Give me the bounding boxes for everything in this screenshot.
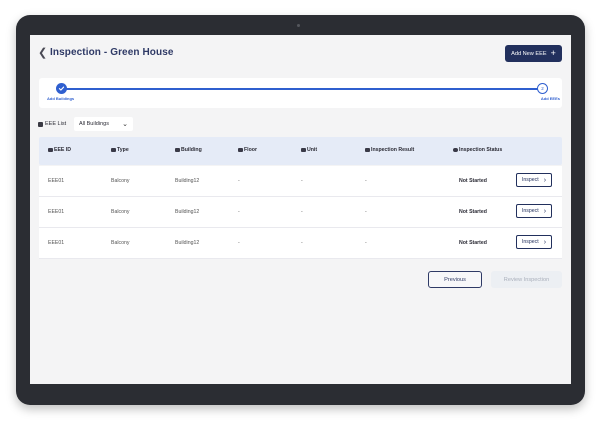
table-row: EEE01 Balcony Building12 - - - Not Start… (39, 197, 562, 228)
cell-eee-id: EEE01 (48, 209, 65, 215)
cell-type: Balcony (111, 240, 130, 246)
col-label: Floor (244, 147, 257, 153)
progress-stepper: 2 Add Buildings Add EEEs (39, 78, 562, 108)
cell-floor: - (238, 178, 240, 184)
add-button-label: Add New EEE (511, 50, 547, 57)
step-current-indicator[interactable]: 2 (537, 83, 548, 94)
col-label: EEE ID (54, 147, 72, 153)
col-label: Inspection Status (459, 147, 503, 153)
cell-result: - (365, 178, 367, 184)
cell-type: Balcony (111, 209, 130, 215)
eee-table: EEE ID Type Building Floor Unit Inspecti… (39, 137, 562, 261)
add-new-eee-button[interactable]: Add New EEE + (505, 45, 562, 62)
col-building: Building (175, 147, 202, 153)
inspect-button[interactable]: Inspect › (516, 173, 552, 187)
chevron-down-icon: ⌄ (122, 121, 128, 128)
inspect-label: Inspect (521, 177, 539, 183)
cell-building: Building12 (175, 240, 200, 246)
building-filter-select[interactable]: All Buildings ⌄ (74, 117, 133, 131)
cell-floor: - (238, 209, 240, 215)
cell-result: - (365, 209, 367, 215)
cell-unit: - (301, 209, 303, 215)
grid-icon (111, 147, 116, 153)
cell-floor: - (238, 240, 240, 246)
inspect-button[interactable]: Inspect › (516, 204, 552, 218)
stepper-line (61, 88, 543, 90)
inspect-label: Inspect (521, 208, 539, 214)
app-screen: ❮ Inspection - Green House Add New EEE +… (30, 35, 571, 384)
page-header: ❮ Inspection - Green House Add New EEE + (30, 35, 571, 73)
building-select-value: All Buildings (79, 121, 109, 127)
col-type: Type (111, 147, 129, 153)
chevron-right-icon: › (543, 238, 547, 246)
chevron-right-icon: › (543, 176, 547, 184)
col-floor: Floor (238, 147, 257, 153)
plus-icon: + (550, 48, 556, 58)
step-complete-check-icon[interactable] (56, 83, 67, 94)
building-icon (175, 147, 180, 153)
cell-status: Not Started (459, 209, 487, 215)
id-card-icon (48, 147, 53, 153)
col-label: Building (181, 147, 202, 153)
chevron-right-icon: › (543, 207, 547, 215)
cell-building: Building12 (175, 178, 200, 184)
review-inspection-button[interactable]: Review Inspection (491, 271, 562, 288)
col-inspection-result: Inspection Result (365, 147, 414, 153)
table-row: EEE01 Balcony Building12 - - - Not Start… (39, 166, 562, 197)
info-icon (453, 147, 458, 153)
col-label: Inspection Result (371, 147, 415, 153)
clipboard-icon (365, 147, 370, 153)
inspect-button[interactable]: Inspect › (516, 235, 552, 249)
inspect-label: Inspect (521, 239, 539, 245)
filter-row: EEE List All Buildings ⌄ (38, 117, 338, 133)
cell-result: - (365, 240, 367, 246)
cell-type: Balcony (111, 178, 130, 184)
table-row: EEE01 Balcony Building12 - - - Not Start… (39, 228, 562, 259)
step-label-add-eees: Add EEEs (540, 96, 560, 101)
unit-icon (301, 147, 306, 153)
cell-eee-id: EEE01 (48, 240, 65, 246)
col-inspection-status: Inspection Status (453, 147, 502, 153)
eee-list-label: EEE List (45, 121, 67, 127)
col-label: Type (117, 147, 129, 153)
list-icon (38, 121, 43, 127)
eee-list-heading: EEE List (38, 121, 66, 127)
cell-status: Not Started (459, 240, 487, 246)
cell-unit: - (301, 178, 303, 184)
cell-status: Not Started (459, 178, 487, 184)
col-unit: Unit (301, 147, 317, 153)
cell-unit: - (301, 240, 303, 246)
previous-button[interactable]: Previous (428, 271, 482, 288)
page-title: Inspection - Green House (50, 47, 174, 58)
col-label: Unit (307, 147, 318, 153)
step-label-add-buildings: Add Buildings (47, 96, 75, 101)
cell-building: Building12 (175, 209, 200, 215)
floor-icon (238, 147, 243, 153)
back-arrow-icon[interactable]: ❮ (38, 47, 48, 59)
table-header: EEE ID Type Building Floor Unit Inspecti… (39, 137, 562, 165)
cell-eee-id: EEE01 (48, 178, 65, 184)
camera-dot (297, 24, 300, 27)
col-eee-id: EEE ID (48, 147, 71, 153)
